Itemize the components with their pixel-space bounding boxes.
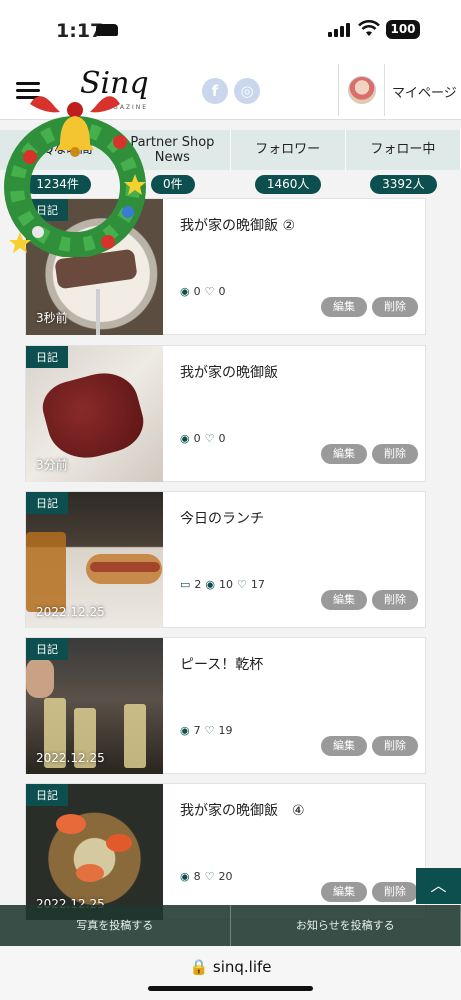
- count-badge: 3392人: [370, 175, 437, 194]
- view-count: 0: [193, 432, 201, 445]
- header-divider: [338, 64, 339, 116]
- count-badge: 1460人: [254, 175, 322, 194]
- bottom-action-bar: 写真を投稿する お知らせを投稿する: [0, 905, 461, 946]
- eye-icon: ◉: [180, 432, 190, 445]
- car-icon: [96, 24, 118, 36]
- post-stats: ◉ 0 ♡ 0: [180, 432, 225, 445]
- instagram-icon[interactable]: ◎: [234, 78, 260, 104]
- heart-icon: ♡: [204, 432, 215, 445]
- view-count: 8: [193, 870, 201, 883]
- eye-icon: ◉: [180, 724, 190, 737]
- post-news-button[interactable]: お知らせを投稿する: [231, 905, 461, 946]
- delete-button[interactable]: 削除: [372, 590, 418, 610]
- post-date: 3分前: [36, 458, 68, 472]
- scroll-top-button[interactable]: ︿: [416, 868, 461, 904]
- post-date: 2022.12.25: [36, 605, 105, 619]
- edit-button[interactable]: 編集: [321, 297, 367, 317]
- eye-icon: ◉: [205, 578, 216, 591]
- post-title[interactable]: 今日のランチ: [180, 508, 264, 528]
- facebook-icon[interactable]: f: [202, 78, 228, 104]
- edit-button[interactable]: 編集: [321, 736, 367, 756]
- category-badge: 日記: [26, 784, 68, 806]
- post-stats: ▭ 2 ◉ 10 ♡ 17: [180, 578, 265, 591]
- post-stats: ◉ 0 ♡ 0: [180, 285, 225, 298]
- category-badge: 日記: [26, 638, 68, 660]
- like-count: 0: [218, 285, 226, 298]
- like-count: 0: [218, 432, 226, 445]
- url-value: sinq.life: [212, 958, 272, 976]
- edit-button[interactable]: 編集: [321, 882, 367, 902]
- comment-icon: ▭: [180, 578, 191, 591]
- edit-button[interactable]: 編集: [321, 590, 367, 610]
- category-badge: 日記: [26, 492, 68, 514]
- heart-icon: ♡: [204, 870, 215, 883]
- post-card[interactable]: 日記 2022.12.25 今日のランチ ▭ 2 ◉ 10 ♡ 17 編集 削除: [25, 491, 426, 628]
- delete-button[interactable]: 削除: [372, 444, 418, 464]
- delete-button[interactable]: 削除: [372, 882, 418, 902]
- view-count: 7: [193, 724, 201, 737]
- post-title[interactable]: 我が家の晩御飯: [180, 362, 278, 382]
- christmas-wreath-icon: [4, 96, 146, 257]
- post-title[interactable]: 我が家の晩御飯 ④: [180, 800, 305, 820]
- delete-button[interactable]: 削除: [372, 736, 418, 756]
- user-avatar[interactable]: [348, 76, 376, 104]
- post-date: 2022.12.25: [36, 751, 105, 765]
- post-card[interactable]: 日記 3分前 我が家の晩御飯 ◉ 0 ♡ 0 編集 削除: [25, 345, 426, 482]
- delete-button[interactable]: 削除: [372, 297, 418, 317]
- post-date: 3秒前: [36, 311, 68, 325]
- status-bar: 1:17 100: [0, 0, 461, 60]
- url-text: 🔒 sinq.life: [189, 958, 272, 976]
- post-title[interactable]: ピース！乾杯: [180, 654, 263, 674]
- tab-followers[interactable]: フォロワー: [230, 130, 346, 170]
- eye-icon: ◉: [180, 870, 190, 883]
- header-divider: [384, 64, 385, 116]
- cellular-signal-icon: [328, 21, 350, 37]
- like-count: 20: [218, 870, 233, 883]
- post-stats: ◉ 7 ♡ 19: [180, 724, 232, 737]
- view-count: 0: [193, 285, 201, 298]
- post-stats: ◉ 8 ♡ 20: [180, 870, 232, 883]
- count-badge: 0件: [151, 175, 195, 194]
- post-photo-button[interactable]: 写真を投稿する: [0, 905, 231, 946]
- view-count: 10: [219, 578, 234, 591]
- tab-following[interactable]: フォロー中: [345, 130, 461, 170]
- wifi-icon: [358, 20, 380, 36]
- heart-icon: ♡: [204, 724, 215, 737]
- edit-button[interactable]: 編集: [321, 444, 367, 464]
- category-badge: 日記: [26, 346, 68, 368]
- home-indicator[interactable]: [148, 986, 313, 991]
- post-title[interactable]: 我が家の晩御飯 ②: [180, 215, 295, 235]
- eye-icon: ◉: [180, 285, 190, 298]
- mypage-link[interactable]: マイページ: [392, 82, 457, 101]
- like-count: 19: [218, 724, 233, 737]
- post-card[interactable]: 日記 2022.12.25 ピース！乾杯 ◉ 7 ♡ 19 編集 削除: [25, 637, 426, 774]
- heart-icon: ♡: [237, 578, 247, 591]
- battery-indicator: 100: [386, 20, 420, 39]
- heart-icon: ♡: [204, 285, 215, 298]
- comment-count: 2: [194, 578, 202, 591]
- like-count: 17: [250, 578, 265, 591]
- post-card[interactable]: 日記 2022.12.25 我が家の晩御飯 ④ ◉ 8 ♡ 20 編集 削除: [25, 783, 426, 920]
- browser-address-bar[interactable]: 🔒 sinq.life: [0, 946, 461, 1000]
